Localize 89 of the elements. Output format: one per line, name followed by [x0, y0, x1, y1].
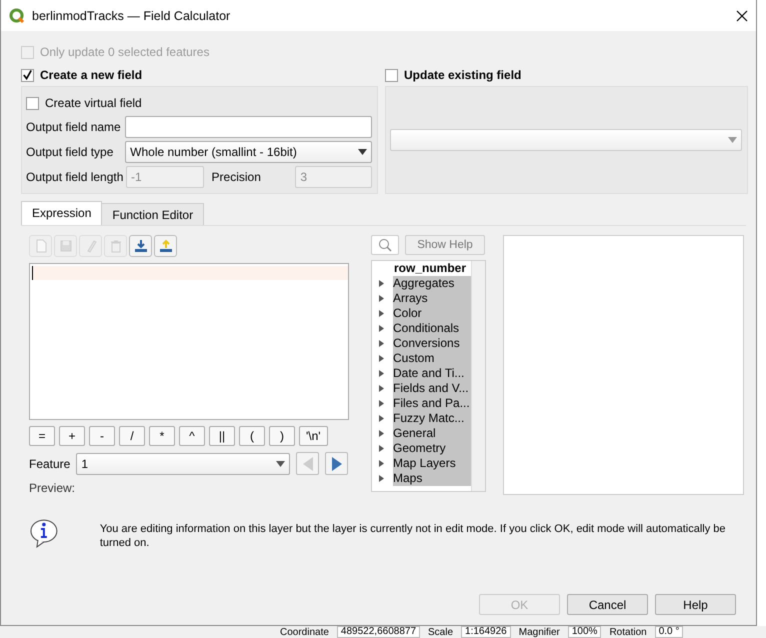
dropdown-arrow-icon: [358, 148, 367, 154]
function-group[interactable]: Arrays: [393, 291, 471, 306]
function-group[interactable]: Files and Pa...: [393, 396, 471, 411]
status-field[interactable]: 489522,6608877: [336, 626, 420, 638]
function-group[interactable]: Conversions: [393, 336, 471, 351]
window-title: berlinmodTracks — Field Calculator: [32, 8, 232, 22]
toolbar-button[interactable]: [129, 235, 152, 257]
function-group[interactable]: Map Layers: [393, 456, 471, 471]
search-icon: [378, 238, 392, 252]
operator-button[interactable]: =: [29, 426, 55, 446]
function-group[interactable]: Color: [393, 306, 471, 321]
dropdown-arrow-icon: [276, 460, 286, 466]
expand-arrow-icon: [379, 475, 384, 482]
operator-button[interactable]: ^: [179, 426, 205, 446]
info-message: You are editing information on this layer but the layer is currently not in edit mode. If you click OK, edit mode will automatically be turned on.: [100, 522, 726, 550]
checkbox-label: Create a new field: [40, 68, 142, 82]
function-group[interactable]: Custom: [393, 351, 471, 366]
tab[interactable]: Expression: [21, 201, 102, 225]
preview-label: Preview:: [29, 481, 76, 495]
expand-arrow-icon: [379, 415, 384, 422]
expand-arrow-icon: [379, 280, 384, 287]
search-button[interactable]: [371, 235, 399, 255]
expand-arrow-icon: [379, 325, 384, 332]
info-icon: [28, 517, 60, 549]
existing-field-dropdown[interactable]: [390, 129, 742, 151]
field-label: Output field type: [26, 144, 114, 158]
dialog-button[interactable]: Cancel: [567, 594, 648, 615]
output-field-name-input[interactable]: [125, 116, 372, 138]
function-group[interactable]: Maps: [393, 471, 471, 486]
operator-button[interactable]: '\n': [299, 426, 328, 446]
previous-button[interactable]: [296, 452, 320, 475]
show-help-button[interactable]: Show Help: [405, 235, 485, 255]
output-field-type-dropdown[interactable]: Whole number (smallint - 16bit): [125, 140, 372, 162]
field-label: Output field length: [26, 170, 122, 184]
download-icon: [132, 238, 148, 254]
function-group[interactable]: Conditionals: [393, 321, 471, 336]
expand-arrow-icon: [379, 295, 384, 302]
status-label: Coordinate: [280, 626, 329, 638]
dialog-button[interactable]: Help: [655, 594, 736, 615]
left-arrow-icon: [302, 456, 314, 472]
operator-button[interactable]: ): [269, 426, 295, 446]
checkbox-label: Update existing field: [404, 68, 522, 82]
status-label: Rotation: [609, 626, 647, 638]
status-label: Scale: [428, 626, 454, 638]
operator-button[interactable]: *: [149, 426, 175, 446]
tab[interactable]: Function Editor: [101, 203, 204, 225]
next-button[interactable]: [325, 452, 348, 475]
operator-button[interactable]: /: [119, 426, 145, 446]
toolbar-button[interactable]: [154, 235, 177, 257]
save-icon: [58, 238, 74, 254]
dropdown-arrow-icon: [728, 137, 737, 143]
expand-arrow-icon: [379, 430, 384, 437]
status-field[interactable]: 1:164926: [461, 626, 511, 638]
status-field[interactable]: 0.0 °: [654, 626, 684, 638]
checkbox[interactable]: [26, 96, 39, 110]
expand-arrow-icon: [379, 355, 384, 362]
function-group[interactable]: General: [393, 426, 471, 441]
upload-icon: [158, 238, 174, 254]
expand-arrow-icon: [379, 445, 384, 452]
expand-arrow-icon: [379, 460, 384, 467]
operator-button[interactable]: ||: [209, 426, 235, 446]
close-icon[interactable]: [736, 10, 748, 22]
field-label: Output field name: [26, 120, 122, 134]
function-group[interactable]: Aggregates: [393, 276, 471, 291]
app-logo-icon: [9, 8, 25, 24]
right-arrow-icon: [330, 456, 343, 472]
function-group[interactable]: Fields and V...: [393, 381, 471, 396]
expand-arrow-icon: [379, 385, 384, 392]
feature-dropdown[interactable]: 1: [76, 452, 290, 474]
operator-button[interactable]: (: [239, 426, 265, 446]
checkbox-label: Only update 0 selected features: [40, 45, 210, 59]
expand-arrow-icon: [379, 400, 384, 407]
status-field[interactable]: 100%: [568, 626, 602, 638]
expand-arrow-icon: [379, 310, 384, 317]
field-label: Feature: [29, 456, 70, 470]
status-label: Magnifier: [518, 626, 560, 638]
field-label: Precision: [212, 170, 262, 184]
expand-arrow-icon: [379, 370, 384, 377]
checkbox[interactable]: [385, 68, 398, 82]
function-item[interactable]: row_number: [372, 261, 471, 276]
expand-arrow-icon: [379, 340, 384, 347]
scrollbar[interactable]: [471, 261, 485, 491]
checkbox-label: Create virtual field: [45, 96, 142, 110]
operator-button[interactable]: -: [89, 426, 115, 446]
checkbox[interactable]: [21, 68, 34, 82]
function-group[interactable]: Date and Ti...: [393, 366, 471, 381]
function-group[interactable]: Geometry: [393, 441, 471, 456]
function-group[interactable]: Fuzzy Matc...: [393, 411, 471, 426]
operator-button[interactable]: +: [59, 426, 85, 446]
